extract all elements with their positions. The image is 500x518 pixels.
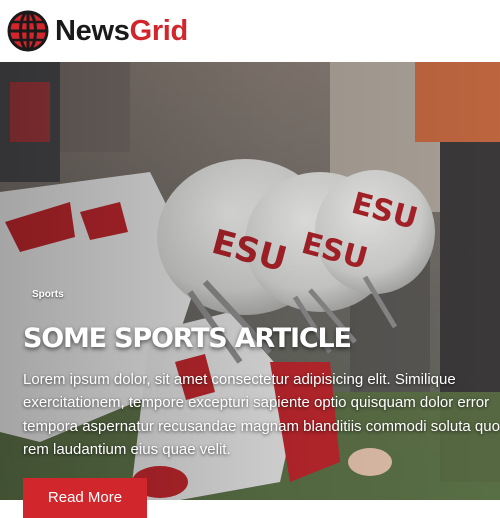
read-more-button[interactable]: Read More — [23, 478, 147, 518]
excerpt-line: exercitationem, tempore excepturi sapien… — [23, 394, 490, 412]
hero-content: Sports SOME SPORTS ARTICLE Lorem ipsum d… — [23, 284, 500, 462]
excerpt-line: tempora aspernatur recusandae magnam bla… — [23, 417, 500, 435]
excerpt-line: rem laudantium eius quae velit. — [23, 441, 231, 459]
globe-icon — [7, 10, 49, 52]
logo-wordmark: NewsGrid — [55, 14, 189, 47]
article-title[interactable]: SOME SPORTS ARTICLE — [23, 324, 500, 354]
logo-word-news: News — [55, 14, 130, 47]
excerpt-line: Lorem ipsum dolor, sit amet consectetur … — [23, 370, 456, 388]
site-logo[interactable]: NewsGrid — [7, 10, 188, 52]
hero-article: ESU ESU ESU Sports SOME SPORTS ARTICLE L… — [0, 62, 500, 500]
category-tag[interactable]: Sports — [24, 287, 72, 302]
site-header: NewsGrid — [0, 0, 500, 62]
article-excerpt: Lorem ipsum dolor, sit amet consectetur … — [23, 368, 500, 462]
logo-word-grid: Grid — [129, 14, 189, 47]
